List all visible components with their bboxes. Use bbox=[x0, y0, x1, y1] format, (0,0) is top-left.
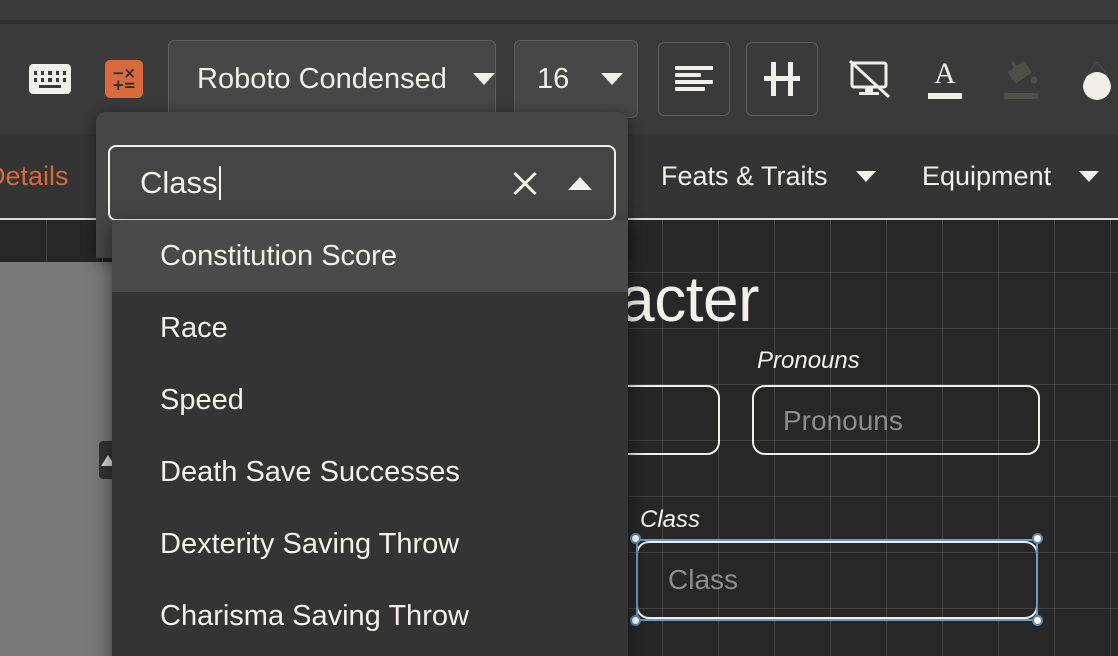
tab-equipment-label: Equipment bbox=[922, 160, 1052, 191]
resize-handle-bottom-right[interactable] bbox=[1032, 615, 1043, 626]
field-search-option[interactable]: Constitution Score bbox=[112, 220, 628, 292]
text-color-glyph: A bbox=[934, 57, 956, 90]
fill-color-icon bbox=[1001, 59, 1041, 99]
font-family-select[interactable]: Roboto Condensed bbox=[168, 40, 496, 118]
field-search-option[interactable]: Dexterity Saving Throw bbox=[112, 508, 628, 580]
borders-button[interactable] bbox=[746, 42, 818, 116]
text-cursor bbox=[218, 166, 221, 200]
keyboard-icon bbox=[29, 64, 71, 94]
left-side-panel bbox=[0, 262, 115, 656]
field-search-option[interactable]: Charisma Saving Throw bbox=[112, 580, 628, 652]
tab-details-label: Details bbox=[0, 160, 69, 191]
font-size-select[interactable]: 16 bbox=[514, 40, 638, 118]
app-root: − × + = Roboto Condensed 16 A etails Fea… bbox=[0, 0, 1118, 656]
field-search-option[interactable]: Race bbox=[112, 292, 628, 364]
tab-feats-and-traits-label: Feats & Traits bbox=[661, 160, 828, 191]
field-search-options-list[interactable]: Constitution Score Race Speed Death Save Su… bbox=[112, 220, 628, 656]
chevron-down-icon bbox=[855, 170, 876, 182]
field-search-value: Class bbox=[140, 165, 218, 200]
field-search-option-label: Death Save Successes bbox=[160, 455, 460, 488]
class-field-label: Class bbox=[640, 506, 701, 533]
pronouns-field-placeholder: Pronouns bbox=[783, 405, 903, 436]
tab-details[interactable]: Details bbox=[0, 134, 69, 218]
calculator-icon: − × + = bbox=[105, 60, 143, 98]
screen-off-icon bbox=[848, 59, 891, 99]
text-color-icon: A bbox=[925, 59, 965, 99]
field-search-option-label: Constitution Score bbox=[160, 239, 397, 272]
align-left-icon bbox=[675, 66, 713, 92]
opacity-droplet-icon bbox=[1083, 62, 1111, 100]
calculator-button[interactable]: − × + = bbox=[102, 57, 146, 101]
field-search-option-label: Race bbox=[160, 311, 228, 344]
resize-handle-top-right[interactable] bbox=[1032, 533, 1043, 544]
resize-handle-top-left[interactable] bbox=[630, 533, 641, 544]
chevron-down-icon bbox=[601, 73, 623, 85]
font-size-value: 16 bbox=[537, 62, 570, 95]
tab-equipment[interactable]: Equipment bbox=[922, 134, 1100, 218]
keyboard-button[interactable] bbox=[28, 57, 72, 101]
screen-off-button[interactable] bbox=[836, 42, 902, 116]
tab-feats-and-traits[interactable]: Feats & Traits bbox=[661, 134, 876, 218]
font-family-value: Roboto Condensed bbox=[197, 62, 447, 95]
text-color-button[interactable]: A bbox=[912, 42, 978, 116]
clear-x-icon[interactable] bbox=[504, 162, 546, 204]
field-search-option-label: Dexterity Saving Throw bbox=[160, 527, 460, 560]
pronouns-field-label: Pronouns bbox=[757, 347, 860, 374]
field-search-option-label: Charisma Saving Throw bbox=[160, 599, 469, 632]
window-top-bar bbox=[0, 0, 1118, 20]
chevron-up-icon[interactable] bbox=[568, 176, 592, 190]
field-search-option[interactable]: Death Save Successes bbox=[112, 436, 628, 508]
chevron-down-icon bbox=[1079, 170, 1100, 182]
field-search-option[interactable]: Wisdom Score bbox=[112, 652, 628, 656]
field-search-option-label: Speed bbox=[160, 383, 244, 416]
class-field-placeholder: Class bbox=[668, 564, 739, 595]
field-search-input[interactable]: Class bbox=[108, 145, 616, 221]
chevron-down-icon bbox=[472, 73, 495, 85]
text-align-button[interactable] bbox=[658, 42, 730, 116]
opacity-button[interactable] bbox=[1064, 42, 1118, 116]
resize-handle-bottom-left[interactable] bbox=[630, 615, 641, 626]
borders-icon bbox=[764, 62, 800, 96]
fill-color-button[interactable] bbox=[988, 42, 1054, 116]
field-search-option[interactable]: Speed bbox=[112, 364, 628, 436]
